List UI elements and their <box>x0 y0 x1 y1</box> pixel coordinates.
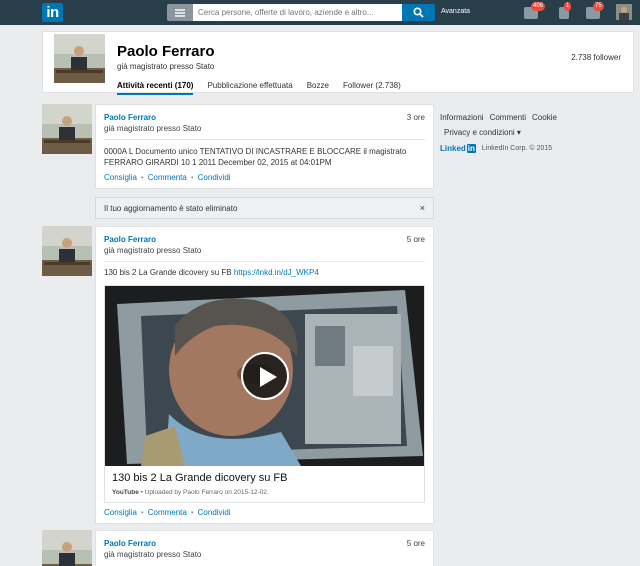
share-button[interactable]: Condividi <box>198 508 231 517</box>
post-actions: Consiglia • Commenta • Condividi <box>104 173 231 182</box>
post-text: 0000A L Documento unico TENTATIVO DI INC… <box>104 147 407 167</box>
post-time: 3 ore <box>406 113 425 122</box>
post-author-name[interactable]: Paolo Ferraro <box>104 235 156 244</box>
divider <box>104 139 425 140</box>
close-icon[interactable]: × <box>420 203 425 213</box>
menu-icon <box>175 9 185 11</box>
followers-count[interactable]: 2.738 follower <box>571 53 621 62</box>
comment-button[interactable]: Commenta <box>148 173 187 182</box>
search-icon <box>413 7 424 18</box>
post-actions: Consiglia • Commenta • Condividi <box>104 508 231 517</box>
like-button[interactable]: Consiglia <box>104 173 137 182</box>
post-author-headline: già magistrato presso Stato <box>104 246 202 255</box>
footer-link-cookie[interactable]: Cookie <box>532 113 557 122</box>
post-author-avatar[interactable] <box>42 530 92 566</box>
tab-recent-activity[interactable]: Attività recenti (170) <box>117 81 194 95</box>
profile-name: Paolo Ferraro <box>117 43 215 60</box>
play-icon <box>260 367 277 387</box>
privacy-terms-dropdown[interactable]: Privacy e condizioni ▾ <box>444 128 521 137</box>
deleted-notice-text: Il tuo aggiornamento è stato eliminato <box>104 204 238 213</box>
profile-header: Paolo Ferraro già magistrato presso Stat… <box>42 31 634 95</box>
feed-post: Paolo Ferraro già magistrato presso Stat… <box>95 530 434 566</box>
copyright-text: LinkedIn Corp. © 2015 <box>481 145 553 152</box>
linkedin-wordmark: Linked in <box>440 144 476 153</box>
deleted-update-notice: Il tuo aggiornamento è stato eliminato × <box>95 197 434 219</box>
profile-headline: già magistrato presso Stato <box>117 62 215 71</box>
video-source: YouTube <box>112 489 139 496</box>
footer-link-about[interactable]: Informazioni <box>440 113 484 122</box>
advanced-search-link[interactable]: Avanzata <box>441 8 470 15</box>
search-input[interactable] <box>193 4 402 21</box>
notifications-button[interactable]: 1 <box>557 2 574 21</box>
messages-badge: 406 <box>531 2 546 11</box>
footer-copyright: Linked in LinkedIn Corp. © 2015 <box>440 144 552 153</box>
account-avatar[interactable] <box>616 4 632 20</box>
footer-link-comments[interactable]: Commenti <box>490 113 526 122</box>
video-thumbnail[interactable] <box>105 286 424 466</box>
linkedin-logo[interactable]: in <box>42 3 63 22</box>
notifications-badge: 1 <box>564 2 572 11</box>
post-author-name[interactable]: Paolo Ferraro <box>104 113 156 122</box>
profile-tabs: Attività recenti (170) Pubblicazione eff… <box>117 81 415 95</box>
like-button[interactable]: Consiglia <box>104 508 137 517</box>
tab-drafts[interactable]: Bozze <box>307 81 329 95</box>
connections-badge: 75 <box>593 2 604 11</box>
post-text: 130 bis 2 La Grande dicovery su FB <box>104 268 232 277</box>
video-embed[interactable]: 130 bis 2 La Grande dicovery su FB YouTu… <box>104 285 425 503</box>
right-rail-footer: Informazioni Commenti Cookie Privacy e con… <box>440 113 563 153</box>
feed-post: Paolo Ferraro già magistrato presso Stat… <box>95 226 434 524</box>
tab-followers[interactable]: Follower (2.738) <box>343 81 401 95</box>
post-author-avatar[interactable] <box>42 226 92 276</box>
post-author-name[interactable]: Paolo Ferraro <box>104 539 156 548</box>
divider <box>104 261 425 262</box>
play-button[interactable] <box>241 352 289 400</box>
footer-links: Informazioni Commenti Cookie <box>440 113 563 122</box>
video-meta: YouTube • Uploaded by Paolo Ferraro on 2… <box>112 489 269 496</box>
feed-post: Paolo Ferraro già magistrato presso Stat… <box>95 104 434 189</box>
search-button[interactable] <box>402 4 435 21</box>
comment-button[interactable]: Commenta <box>148 508 187 517</box>
post-link[interactable]: https://lnkd.in/dJ_WKP4 <box>234 268 319 277</box>
post-author-headline: già magistrato presso Stato <box>104 124 202 133</box>
post-author-avatar[interactable] <box>42 104 92 154</box>
video-title[interactable]: 130 bis 2 La Grande dicovery su FB <box>112 472 287 484</box>
profile-photo[interactable] <box>54 34 105 83</box>
post-author-headline: già magistrato presso Stato <box>104 550 202 559</box>
messages-button[interactable]: 406 <box>524 2 546 21</box>
video-upload-info: • Uploaded by Paolo Ferraro on 2015-12-0… <box>140 489 269 496</box>
post-time: 5 ore <box>406 539 425 548</box>
post-text-row: 130 bis 2 La Grande dicovery su FB https… <box>104 267 421 278</box>
tab-published[interactable]: Pubblicazione effettuata <box>207 81 292 95</box>
top-nav: in Avanzata 406 1 75 <box>0 0 640 25</box>
add-connections-button[interactable]: 75 <box>586 2 604 21</box>
post-time: 5 ore <box>406 235 425 244</box>
search-category-menu-button[interactable] <box>167 4 193 21</box>
share-button[interactable]: Condividi <box>198 173 231 182</box>
